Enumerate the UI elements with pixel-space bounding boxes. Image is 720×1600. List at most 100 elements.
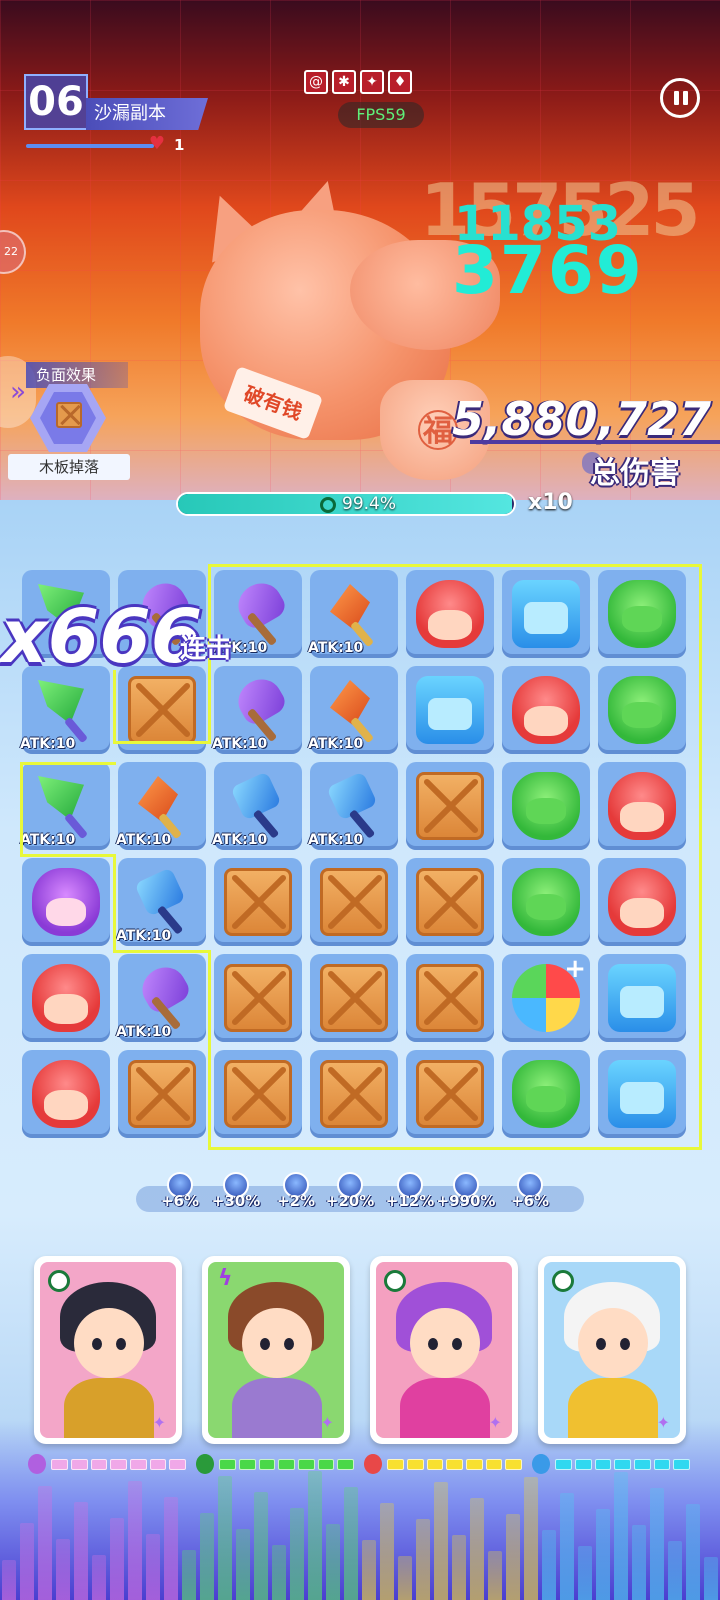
board-cell[interactable] <box>22 858 110 946</box>
equalizer-bar <box>470 1498 484 1600</box>
energy-segment <box>298 1458 315 1470</box>
hero-card[interactable]: ✦ <box>34 1256 182 1444</box>
snowflake-icon: ✱ <box>332 70 356 94</box>
combo-label: 连击 <box>180 634 233 664</box>
hammer-tile-icon <box>320 772 388 840</box>
board-cell[interactable] <box>406 762 494 850</box>
board-cell[interactable]: ATK:10 <box>116 954 206 1042</box>
equalizer-bar <box>308 1471 322 1600</box>
board-cell[interactable] <box>502 666 590 754</box>
crate-tile-icon <box>416 772 484 840</box>
buff-item: +12% <box>380 1172 440 1212</box>
hero-eye <box>452 1338 462 1350</box>
energy-segment <box>110 1458 128 1470</box>
hammer-tile-icon <box>128 868 196 936</box>
hero-energy-bar <box>28 1454 187 1474</box>
board-cell[interactable] <box>310 1050 398 1138</box>
selection-outline <box>208 950 211 1150</box>
board-cell[interactable] <box>598 666 686 754</box>
board-cell[interactable] <box>598 858 686 946</box>
swirl-icon <box>48 1270 70 1292</box>
board-cell[interactable]: ATK:10 <box>308 666 398 754</box>
board-cell[interactable] <box>598 954 686 1042</box>
axe-tile-icon <box>128 964 196 1032</box>
board-cell[interactable] <box>502 1050 590 1138</box>
sparkle-icon: ✦ <box>656 1413 670 1432</box>
board-cell[interactable] <box>118 1050 206 1138</box>
board-cell[interactable] <box>22 954 110 1042</box>
flame-count: 1 <box>174 136 185 154</box>
board-cell[interactable] <box>502 570 590 658</box>
astronaut-bear-avatar: ✦ <box>544 1262 680 1438</box>
board-cell[interactable] <box>502 858 590 946</box>
board-cell[interactable]: + <box>502 954 590 1042</box>
equalizer-bar <box>182 1550 196 1600</box>
buff-item: +6% <box>150 1172 210 1212</box>
board-cell[interactable] <box>598 570 686 658</box>
flame-icon: ♥ <box>148 133 166 154</box>
energy-segment <box>634 1458 651 1470</box>
board-cell[interactable] <box>598 762 686 850</box>
board-cell[interactable] <box>406 570 494 658</box>
energy-segment <box>90 1458 108 1470</box>
board-cell[interactable] <box>22 1050 110 1138</box>
board-cell[interactable] <box>406 666 494 754</box>
energy-segment <box>169 1458 187 1470</box>
board-cell[interactable] <box>214 954 302 1042</box>
attack-label: ATK:10 <box>212 736 268 752</box>
board-cell[interactable] <box>406 858 494 946</box>
equalizer-bar <box>20 1523 34 1600</box>
board-cell[interactable] <box>310 954 398 1042</box>
board-cell[interactable] <box>214 858 302 946</box>
blue-tile-icon <box>512 580 580 648</box>
green-tile-icon <box>512 868 580 936</box>
total-damage-value: 5,880,727 <box>452 392 711 446</box>
red-tile-icon <box>416 580 484 648</box>
stage-name: 沙漏副本 <box>86 98 208 130</box>
board-cell[interactable] <box>214 1050 302 1138</box>
equalizer-bar <box>416 1519 430 1600</box>
equalizer-bar <box>506 1514 520 1600</box>
hero-body <box>568 1378 658 1438</box>
board-cell[interactable]: ATK:10 <box>308 762 398 850</box>
board-cell[interactable] <box>406 954 494 1042</box>
sparkle-icon: ✦ <box>488 1413 502 1432</box>
equalizer-bar <box>560 1493 574 1600</box>
equalizer-bar <box>146 1534 160 1600</box>
hero-card[interactable]: ϟ ✦ <box>202 1256 350 1444</box>
board-cell[interactable]: ATK:10 <box>308 570 398 658</box>
combo-count: x666 <box>0 594 203 680</box>
board-cell[interactable] <box>310 858 398 946</box>
board-cell[interactable]: ATK:10 <box>116 762 206 850</box>
energy-segment <box>337 1458 355 1470</box>
hero-eye <box>620 1338 630 1350</box>
sparkle-icon: ✦ <box>152 1413 166 1432</box>
swirl-icon <box>552 1270 574 1292</box>
board-cell[interactable]: ATK:10 <box>20 762 110 850</box>
attack-label: ATK:10 <box>308 640 364 656</box>
hero-card[interactable]: ✦ <box>538 1256 686 1444</box>
equalizer-bar <box>614 1472 628 1600</box>
pause-button[interactable] <box>660 78 700 118</box>
blue-tile-icon <box>608 964 676 1032</box>
board-cell[interactable]: ATK:10 <box>212 666 302 754</box>
board-cell[interactable]: ATK:10 <box>116 858 206 946</box>
board-cell[interactable]: ATK:10 <box>212 762 302 850</box>
lightning-icon: ϟ <box>218 1266 233 1291</box>
sword-orange-tile-icon <box>320 676 388 744</box>
plus-icon: + <box>564 954 586 984</box>
board-cell[interactable] <box>502 762 590 850</box>
attack-label: ATK:10 <box>308 736 364 752</box>
selection-outline <box>208 1147 702 1150</box>
hero-element-icon <box>196 1454 215 1474</box>
board-cell[interactable] <box>598 1050 686 1138</box>
board-cell[interactable] <box>406 1050 494 1138</box>
crate-tile-icon <box>224 1060 292 1128</box>
hero-face <box>74 1308 144 1378</box>
red-tile-icon <box>32 964 100 1032</box>
hero-card[interactable]: ✦ <box>370 1256 518 1444</box>
buff-value: +20% <box>325 1192 375 1210</box>
crate-tile-icon <box>416 1060 484 1128</box>
equalizer-bar <box>452 1535 466 1600</box>
red-tile-icon <box>608 868 676 936</box>
